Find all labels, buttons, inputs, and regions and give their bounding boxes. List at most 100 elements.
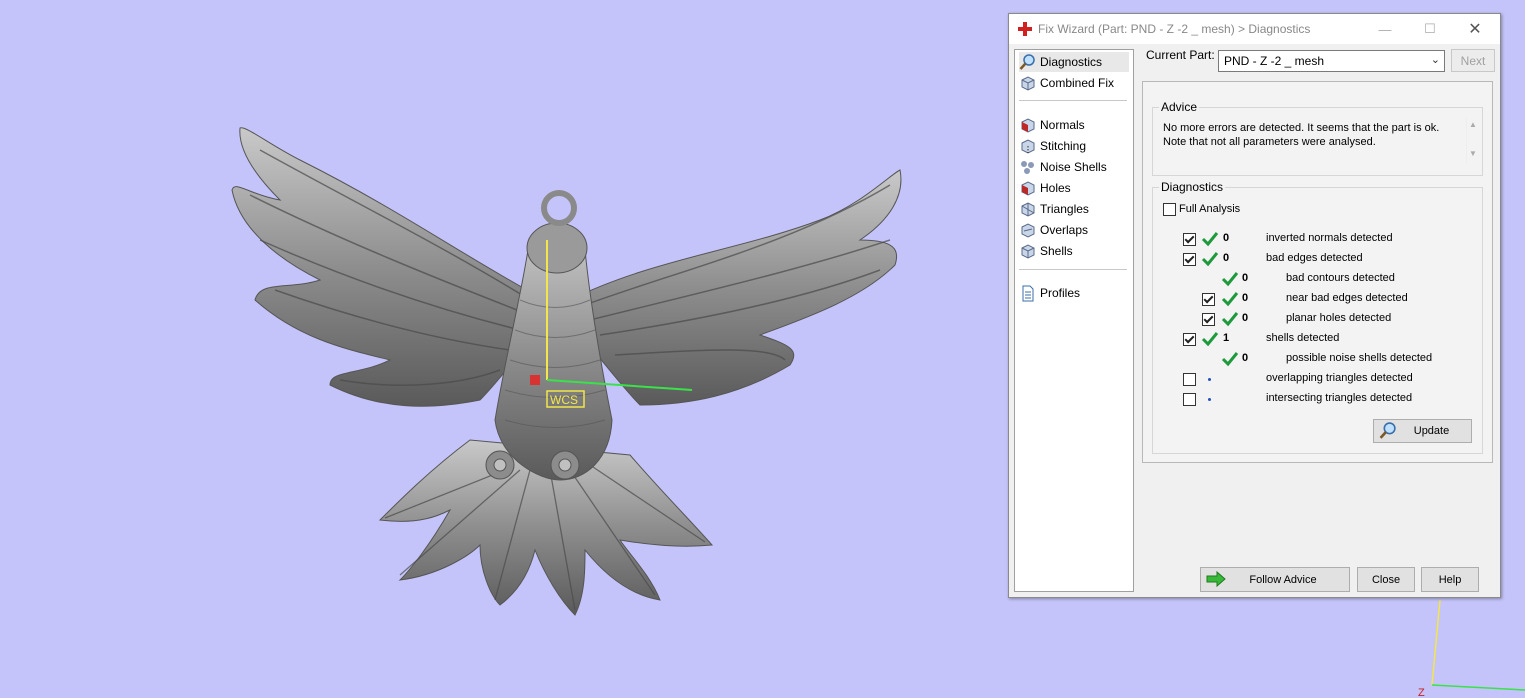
row-checkbox-planar-holes[interactable] [1202, 313, 1215, 326]
chevron-down-icon: ⌄ [1430, 54, 1440, 66]
nav-label: Normals [1040, 118, 1085, 132]
count-shells: 1 [1223, 332, 1230, 344]
green-check-icon [1221, 272, 1239, 287]
nav-normals[interactable]: Normals [1019, 115, 1129, 135]
wcs-label: WCS [550, 393, 578, 407]
diagnostics-panel: Advice No more errors are detected. It s… [1142, 81, 1493, 463]
nav-label: Stitching [1040, 139, 1087, 153]
stitching-cube-icon [1021, 138, 1035, 154]
help-button[interactable]: Help [1421, 567, 1479, 592]
nav-label: Shells [1040, 244, 1073, 258]
green-check-icon [1201, 332, 1219, 347]
next-button[interactable]: Next [1451, 49, 1495, 72]
title-bar[interactable]: Fix Wizard (Part: PND - Z -2 _ mesh) > D… [1009, 14, 1500, 44]
green-check-icon [1221, 312, 1239, 327]
count-near-bad-edges: 0 [1242, 292, 1249, 304]
triangles-cube-icon [1021, 201, 1035, 217]
label-planar-holes: planar holes detected [1286, 312, 1392, 324]
nav-overlaps[interactable]: Overlaps [1019, 220, 1129, 240]
advice-text: No more errors are detected. It seems th… [1157, 118, 1480, 164]
label-shells: shells detected [1266, 332, 1340, 344]
window-title: Fix Wizard (Part: PND - Z -2 _ mesh) > D… [1038, 22, 1311, 36]
nav-label: Diagnostics [1040, 55, 1103, 69]
nav-diagnostics[interactable]: Diagnostics [1019, 52, 1129, 72]
nav-shells[interactable]: Shells [1019, 241, 1129, 261]
follow-advice-label: Follow Advice [1249, 573, 1317, 586]
row-checkbox-overlapping-triangles[interactable] [1183, 373, 1196, 386]
label-near-bad-edges: near bad edges detected [1286, 292, 1408, 304]
nav-noise-shells[interactable]: Noise Shells [1019, 157, 1129, 177]
row-checkbox-near-bad-edges[interactable] [1202, 293, 1215, 306]
update-button[interactable]: Update [1373, 419, 1472, 443]
current-part-select[interactable]: PND - Z -2 _ mesh ⌄ [1218, 50, 1445, 72]
nav-divider [1019, 100, 1127, 101]
axis-z-label: Z [1418, 687, 1425, 698]
advice-title: Advice [1159, 100, 1200, 114]
update-label: Update [1413, 425, 1450, 437]
diagnostics-title: Diagnostics [1159, 180, 1226, 194]
red-cross-icon [1018, 22, 1032, 36]
full-analysis-label: Full Analysis [1179, 203, 1241, 215]
nav-label: Profiles [1040, 286, 1081, 300]
green-check-icon [1221, 352, 1239, 367]
row-checkbox-intersecting-triangles[interactable] [1183, 393, 1196, 406]
corner-axis-triad: Z [1418, 599, 1525, 698]
nav-combined-fix[interactable]: Combined Fix [1019, 73, 1129, 93]
green-check-icon [1221, 292, 1239, 307]
close-window-button[interactable]: ✕ [1453, 14, 1497, 44]
holes-cube-icon [1021, 180, 1035, 196]
count-planar-holes: 0 [1242, 312, 1249, 324]
follow-advice-button[interactable]: Follow Advice [1200, 567, 1350, 592]
magnifier-icon [1379, 422, 1396, 439]
wizard-navigation: Diagnostics Combined Fix Normals Stitchi… [1014, 49, 1134, 592]
overlaps-cube-icon [1021, 222, 1035, 238]
advice-group: Advice No more errors are detected. It s… [1152, 100, 1483, 176]
noise-shells-icon [1021, 160, 1034, 174]
count-bad-contours: 0 [1242, 272, 1249, 284]
nav-label: Triangles [1040, 202, 1089, 216]
row-checkbox-inverted-normals[interactable] [1183, 233, 1196, 246]
green-check-icon [1201, 252, 1219, 267]
not-analysed-icon [1208, 378, 1211, 381]
row-checkbox-shells[interactable] [1183, 333, 1196, 346]
nav-stitching[interactable]: Stitching [1019, 136, 1129, 156]
label-intersecting-triangles: intersecting triangles detected [1266, 392, 1413, 404]
label-inverted-normals: inverted normals detected [1266, 232, 1393, 244]
nav-holes[interactable]: Holes [1019, 178, 1129, 198]
minimize-button[interactable]: — [1363, 14, 1407, 44]
nav-triangles[interactable]: Triangles [1019, 199, 1129, 219]
nav-label: Overlaps [1040, 223, 1089, 237]
count-bad-edges: 0 [1223, 252, 1230, 264]
advice-line-1: No more errors are detected. It seems th… [1163, 122, 1440, 134]
green-check-icon [1201, 232, 1219, 247]
magnifier-icon [1019, 53, 1035, 70]
maximize-button[interactable]: ☐ [1408, 14, 1452, 44]
label-bad-contours: bad contours detected [1286, 272, 1395, 284]
count-inverted-normals: 0 [1223, 232, 1230, 244]
diagnostics-group: Diagnostics Full Analysis 0 inverted nor… [1152, 180, 1483, 454]
label-noise-shells: possible noise shells detected [1286, 352, 1433, 364]
shells-cube-icon [1021, 243, 1035, 259]
cube-icon [1021, 75, 1035, 91]
eagle-pendant-model [231, 127, 902, 616]
advice-line-2: Note that not all parameters were analys… [1163, 136, 1376, 148]
fix-wizard-dialog: Fix Wizard (Part: PND - Z -2 _ mesh) > D… [1008, 13, 1501, 598]
green-arrow-icon [1206, 571, 1226, 587]
nav-label: Noise Shells [1040, 160, 1107, 174]
row-checkbox-bad-edges[interactable] [1183, 253, 1196, 266]
normals-cube-icon [1021, 117, 1035, 133]
label-bad-edges: bad edges detected [1266, 252, 1363, 264]
nav-label: Combined Fix [1040, 76, 1115, 90]
nav-divider [1019, 269, 1127, 270]
full-analysis-checkbox[interactable] [1163, 203, 1176, 216]
close-button[interactable]: Close [1357, 567, 1415, 592]
nav-label: Holes [1040, 181, 1071, 195]
advice-scrollbar[interactable]: ▲ ▼ [1466, 118, 1479, 164]
current-part-label: Current Part: [1146, 48, 1215, 62]
count-noise-shells: 0 [1242, 352, 1249, 364]
current-part-value: PND - Z -2 _ mesh [1224, 54, 1325, 68]
document-icon [1022, 285, 1034, 301]
not-analysed-icon [1208, 398, 1211, 401]
nav-profiles[interactable]: Profiles [1019, 283, 1129, 303]
label-overlapping-triangles: overlapping triangles detected [1266, 372, 1413, 384]
